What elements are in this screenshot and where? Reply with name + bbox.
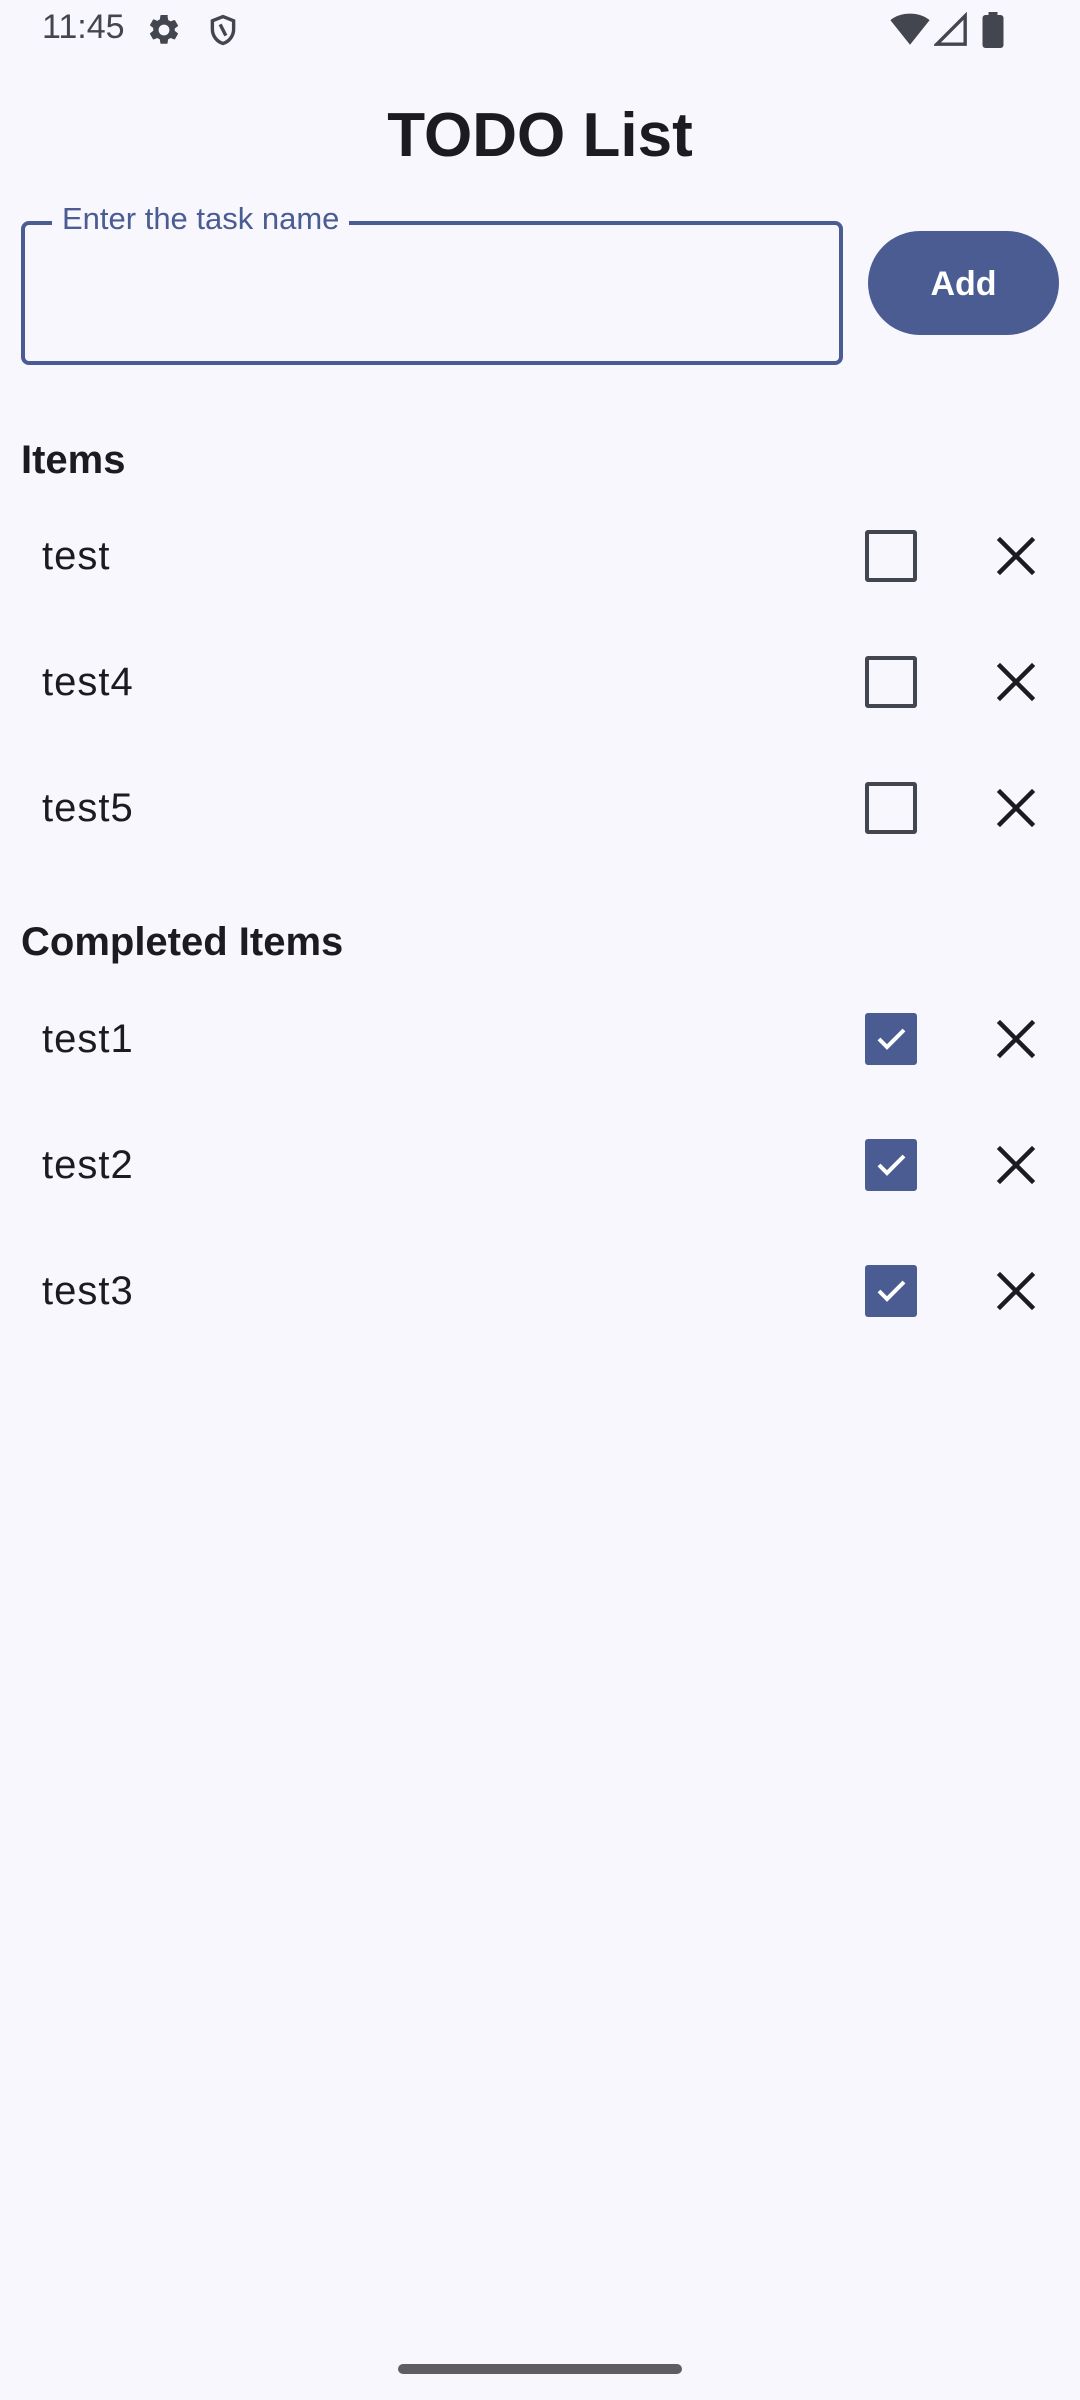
item-label: test2	[42, 1143, 134, 1187]
item-checkbox-checked[interactable]	[865, 1265, 917, 1317]
close-icon	[990, 1271, 1042, 1321]
completed-list-item: test1	[0, 976, 1080, 1102]
list-item: test	[0, 493, 1080, 619]
page-title: TODO List	[387, 101, 693, 170]
close-icon	[990, 1019, 1042, 1069]
shield-icon	[206, 12, 240, 53]
battery-icon	[982, 12, 1004, 53]
completed-section-title: Completed Items	[21, 920, 344, 964]
item-label: test4	[42, 660, 134, 704]
completed-list-item: test2	[0, 1102, 1080, 1228]
wifi-icon	[890, 12, 930, 53]
delete-button[interactable]	[990, 1139, 1042, 1191]
task-name-label: Enter the task name	[52, 200, 350, 238]
task-name-input[interactable]	[30, 240, 834, 352]
item-checkbox-checked[interactable]	[865, 1013, 917, 1065]
home-indicator[interactable]	[398, 2364, 682, 2374]
item-label: test	[42, 534, 111, 578]
item-checkbox[interactable]	[865, 782, 917, 834]
completed-list-item: test3	[0, 1228, 1080, 1354]
delete-button[interactable]	[990, 782, 1042, 834]
status-time: 11:45	[42, 8, 125, 46]
items-section-title: Items	[21, 438, 126, 482]
item-label: test1	[42, 1017, 134, 1061]
close-icon	[990, 662, 1042, 712]
item-checkbox[interactable]	[865, 530, 917, 582]
close-icon	[990, 1145, 1042, 1195]
item-checkbox-checked[interactable]	[865, 1139, 917, 1191]
item-label: test5	[42, 786, 134, 830]
close-icon	[990, 536, 1042, 586]
delete-button[interactable]	[990, 530, 1042, 582]
list-item: test4	[0, 619, 1080, 745]
status-bar: 11:45	[0, 0, 1080, 62]
signal-icon	[932, 11, 968, 53]
gear-icon	[146, 12, 182, 53]
item-checkbox[interactable]	[865, 656, 917, 708]
add-button[interactable]: Add	[868, 231, 1059, 335]
list-item: test5	[0, 745, 1080, 871]
delete-button[interactable]	[990, 1013, 1042, 1065]
close-icon	[990, 788, 1042, 838]
delete-button[interactable]	[990, 1265, 1042, 1317]
item-label: test3	[42, 1269, 134, 1313]
delete-button[interactable]	[990, 656, 1042, 708]
